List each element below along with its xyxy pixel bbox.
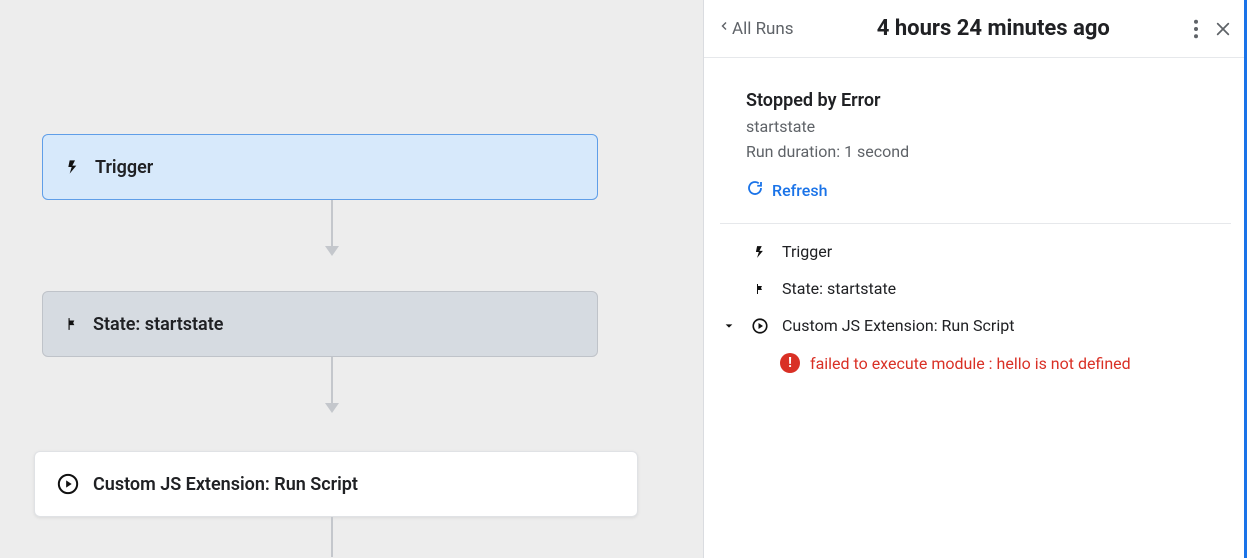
flow-connector xyxy=(331,200,333,254)
panel-title: 4 hours 24 minutes ago xyxy=(802,16,1185,41)
step-error-row: ! failed to execute module : hello is no… xyxy=(724,353,1227,373)
refresh-label: Refresh xyxy=(772,181,828,200)
close-panel-button[interactable] xyxy=(1215,21,1231,37)
step-state[interactable]: State: startstate xyxy=(724,279,1227,298)
more-options-button[interactable] xyxy=(1193,19,1199,39)
error-icon: ! xyxy=(780,353,800,373)
flow-connector xyxy=(331,357,333,411)
flow-node-custom-label: Custom JS Extension: Run Script xyxy=(93,474,358,495)
chevron-left-icon xyxy=(718,18,730,39)
play-circle-icon xyxy=(57,473,79,495)
flow-node-trigger-label: Trigger xyxy=(95,157,153,178)
expand-caret[interactable] xyxy=(724,316,738,335)
run-detail-panel: All Runs 4 hours 24 minutes ago Stopped … xyxy=(703,0,1247,558)
step-custom-label: Custom JS Extension: Run Script xyxy=(782,316,1014,335)
step-custom-js[interactable]: Custom JS Extension: Run Script xyxy=(724,316,1227,335)
play-circle-icon xyxy=(750,317,770,335)
bolt-icon xyxy=(65,156,81,178)
status-duration: Run duration: 1 second xyxy=(746,142,909,161)
back-label: All Runs xyxy=(732,19,794,39)
step-trigger-label: Trigger xyxy=(782,242,832,261)
error-message: failed to execute module : hello is not … xyxy=(810,354,1131,373)
run-steps-list: Trigger State: startstate Custom JS Exte… xyxy=(720,224,1231,391)
flow-canvas: Trigger State: startstate Custom JS Exte… xyxy=(0,0,700,558)
step-state-label: State: startstate xyxy=(782,279,896,298)
bolt-icon xyxy=(750,243,770,261)
refresh-button[interactable]: Refresh xyxy=(746,179,909,201)
close-icon xyxy=(1215,21,1231,37)
flow-node-custom-js[interactable]: Custom JS Extension: Run Script xyxy=(34,451,638,517)
step-trigger[interactable]: Trigger xyxy=(724,242,1227,261)
kebab-icon xyxy=(1193,19,1199,39)
panel-header: All Runs 4 hours 24 minutes ago xyxy=(704,0,1247,58)
back-to-runs-link[interactable]: All Runs xyxy=(718,18,794,39)
status-state-name: startstate xyxy=(746,117,909,136)
flag-icon xyxy=(750,280,770,298)
caret-down-icon xyxy=(724,321,734,331)
flow-node-state-label: State: startstate xyxy=(93,314,223,335)
run-status-block: Stopped by Error startstate Run duration… xyxy=(720,82,1231,224)
flow-node-trigger[interactable]: Trigger xyxy=(42,134,598,200)
refresh-icon xyxy=(746,179,764,201)
flow-node-state[interactable]: State: startstate xyxy=(42,291,598,357)
flow-connector xyxy=(331,517,333,557)
status-title: Stopped by Error xyxy=(746,90,909,111)
flag-icon xyxy=(65,313,79,335)
